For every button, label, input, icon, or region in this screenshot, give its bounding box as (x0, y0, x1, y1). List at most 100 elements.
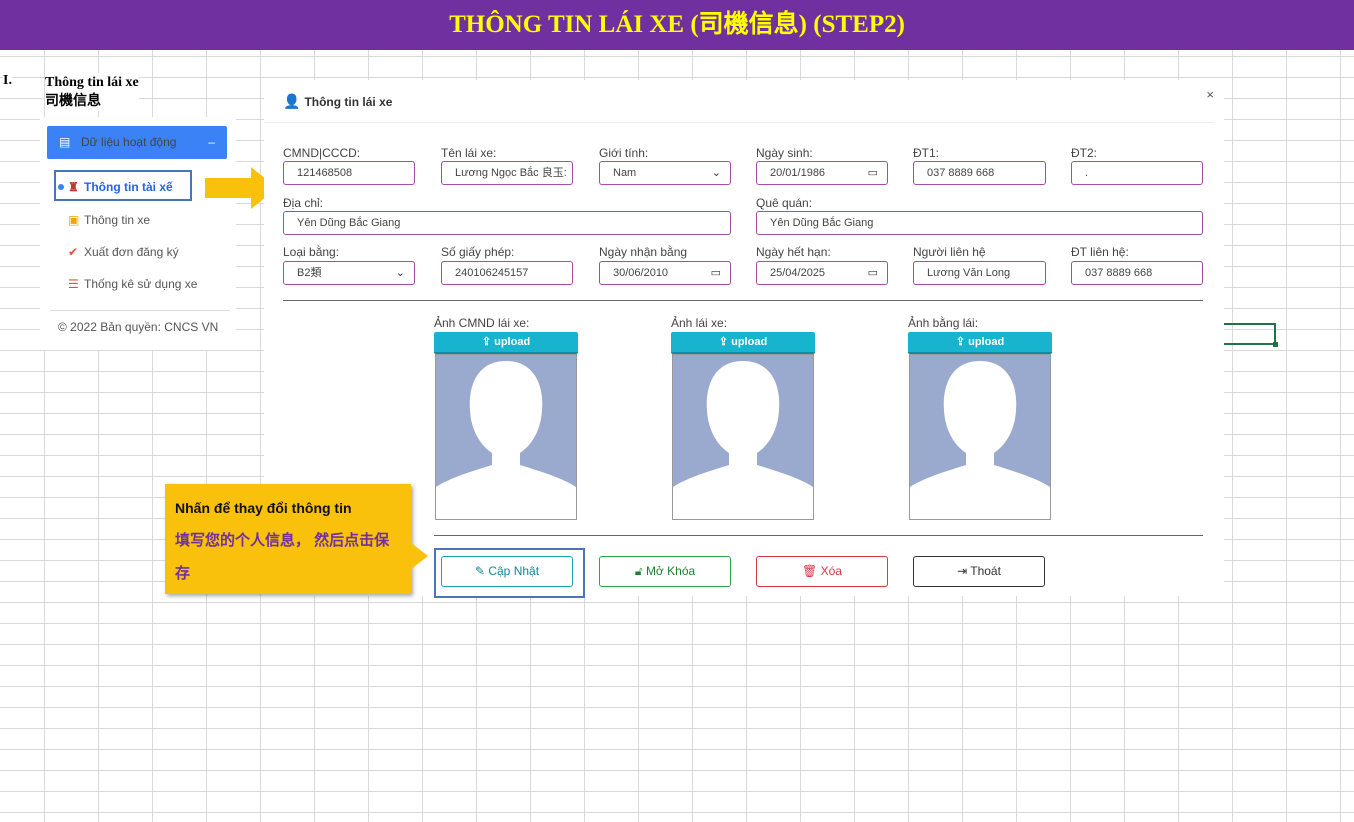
upload-label: upload (731, 336, 768, 348)
trash-icon: 🗑︎ (802, 564, 821, 578)
selected-cell[interactable] (1220, 323, 1278, 347)
phone2-field[interactable]: . (1071, 161, 1203, 185)
hometown-label: Quê quán: (756, 196, 813, 210)
license-photo-placeholder (909, 354, 1051, 520)
section-title-vi: Thông tin lái xe (45, 75, 139, 90)
id-photo-placeholder (435, 354, 577, 520)
license-number-field[interactable]: 240106245157 (441, 261, 573, 285)
section-number: I. (3, 73, 12, 89)
cmnd-field[interactable]: 121468508 (283, 161, 415, 185)
id-photo-upload-button[interactable]: ⇪ upload (434, 332, 578, 354)
contact-phone-field[interactable]: 037 8889 668 (1071, 261, 1203, 285)
address-field[interactable]: Yên Dũng Bắc Giang (283, 211, 731, 235)
gender-select[interactable]: Nam ⌄ (599, 161, 731, 185)
sidebar-item-export-form[interactable]: ✔ Xuất đơn đăng ký (68, 242, 179, 262)
sidebar-item-usage-stats[interactable]: ☰ Thống kê sử dụng xe (68, 274, 197, 294)
section-title: Thông tin lái xe 司機信息 (45, 73, 139, 111)
expiry-date-label: Ngày hết hạn: (756, 245, 831, 259)
issue-date-label: Ngày nhận bằng (599, 245, 688, 259)
dialog-title: 👤 Thông tin lái xe (283, 90, 392, 112)
sidebar-item-label: Thống kê sử dụng xe (84, 277, 198, 291)
expiry-date-field[interactable]: 25/04/2025 ▭ (756, 261, 888, 285)
license-number-label: Số giấy phép: (441, 245, 515, 259)
birthdate-label: Ngày sinh: (756, 146, 813, 160)
cmnd-label: CMND|CCCD: (283, 146, 361, 160)
unlock-button[interactable]: 🔓︎ Mở Khóa (599, 556, 731, 587)
sidebar-item-vehicle-info[interactable]: ▣ Thông tin xe (68, 210, 150, 230)
license-type-label: Loại bằng: (283, 245, 340, 259)
contact-person-label: Người liên hệ (913, 245, 986, 259)
license-photo-upload-button[interactable]: ⇪ upload (908, 332, 1052, 354)
sign-out-icon: ⇥ (957, 564, 971, 578)
avatar-silhouette-icon (436, 355, 576, 519)
callout-line-zh: 填写您的个人信息， 然后点击保存 (175, 532, 390, 582)
driver-name-label: Tên lái xe: (441, 146, 497, 160)
sidebar-divider (50, 310, 230, 311)
issue-date-value: 30/06/2010 (613, 267, 669, 279)
hometown-field[interactable]: Yên Dũng Bắc Giang (756, 211, 1203, 235)
unlock-icon: 🔓︎ (634, 564, 646, 578)
license-type-value: B2類 (297, 267, 322, 279)
contact-phone-label: ĐT liên hệ: (1071, 245, 1129, 259)
callout-line-vi: Nhấn để thay đổi thông tin (175, 500, 352, 516)
gender-value: Nam (613, 167, 637, 179)
list-icon: ☰ (68, 277, 79, 291)
sidebar-item-label: Xuất đơn đăng ký (84, 245, 179, 259)
birthdate-field[interactable]: 20/01/1986 ▭ (756, 161, 888, 185)
upload-icon: ⇪ (955, 336, 969, 348)
instruction-callout: Nhấn để thay đổi thông tin 填写您的个人信息， 然后点… (165, 484, 411, 594)
chevron-down-icon: ⌄ (395, 267, 405, 279)
upload-icon: ⇪ (718, 336, 732, 348)
dialog-header-divider (264, 122, 1214, 123)
phone1-label: ĐT1: (913, 146, 940, 160)
driver-photo-placeholder (672, 354, 814, 520)
section-title-zh: 司機信息 (45, 94, 101, 109)
driver-name-field[interactable]: Lương Ngọc Bắc 良玉: (441, 161, 573, 185)
sidebar: ▤ Dữ liệu hoạt động – ♜ Thông tin tài xế … (40, 117, 236, 350)
delete-label: Xóa (820, 564, 842, 578)
address-label: Địa chỉ: (283, 196, 324, 210)
sidebar-header-label: Dữ liệu hoạt động (81, 135, 177, 149)
page-banner: THÔNG TIN LÁI XE (司機信息) (STEP2) (0, 0, 1354, 50)
expiry-date-value: 25/04/2025 (770, 267, 826, 279)
avatar-silhouette-icon (910, 355, 1050, 519)
user-edit-icon: 👤 (283, 93, 301, 109)
card-icon: ▤ (59, 135, 71, 149)
license-type-select[interactable]: B2類 ⌄ (283, 261, 415, 285)
upload-label: upload (494, 336, 531, 348)
calendar-icon[interactable]: ▭ (868, 162, 878, 184)
sidebar-item-label: Thông tin xe (84, 213, 151, 227)
phone1-field[interactable]: 037 8889 668 (913, 161, 1046, 185)
copyright: © 2022 Bản quyền: CNCS VN (58, 320, 219, 334)
dialog-title-text: Thông tin lái xe (304, 95, 393, 109)
contact-person-field[interactable]: Lương Văn Long (913, 261, 1046, 285)
driver-photo-upload-button[interactable]: ⇪ upload (671, 332, 815, 354)
chevron-down-icon: ⌄ (711, 167, 721, 179)
highlight-box-sidebar (54, 170, 192, 201)
photo-divider (434, 535, 1203, 536)
form-divider (283, 300, 1203, 301)
gender-label: Giới tính: (599, 146, 649, 160)
unlock-label: Mở Khóa (645, 564, 696, 578)
delete-button[interactable]: 🗑︎ Xóa (756, 556, 888, 587)
check-icon: ✔ (68, 245, 79, 259)
birthdate-value: 20/01/1986 (770, 167, 826, 179)
driver-photo-label: Ảnh lái xe: (671, 316, 728, 330)
collapse-icon[interactable]: – (208, 126, 215, 159)
license-photo-label: Ảnh bằng lái: (908, 316, 979, 330)
exit-label: Thoát (970, 564, 1001, 578)
bus-icon: ▣ (68, 213, 80, 227)
sidebar-header[interactable]: ▤ Dữ liệu hoạt động – (47, 126, 227, 159)
upload-label: upload (968, 336, 1005, 348)
exit-button[interactable]: ⇥ Thoát (913, 556, 1045, 587)
highlight-box-update (434, 548, 585, 598)
id-photo-label: Ảnh CMND lái xe: (434, 316, 530, 330)
issue-date-field[interactable]: 30/06/2010 ▭ (599, 261, 731, 285)
calendar-icon[interactable]: ▭ (868, 262, 878, 284)
phone2-label: ĐT2: (1071, 146, 1098, 160)
upload-icon: ⇪ (481, 336, 495, 348)
close-icon[interactable]: × (1206, 87, 1214, 102)
callout-pointer (410, 542, 428, 570)
calendar-icon[interactable]: ▭ (711, 262, 721, 284)
avatar-silhouette-icon (673, 355, 813, 519)
